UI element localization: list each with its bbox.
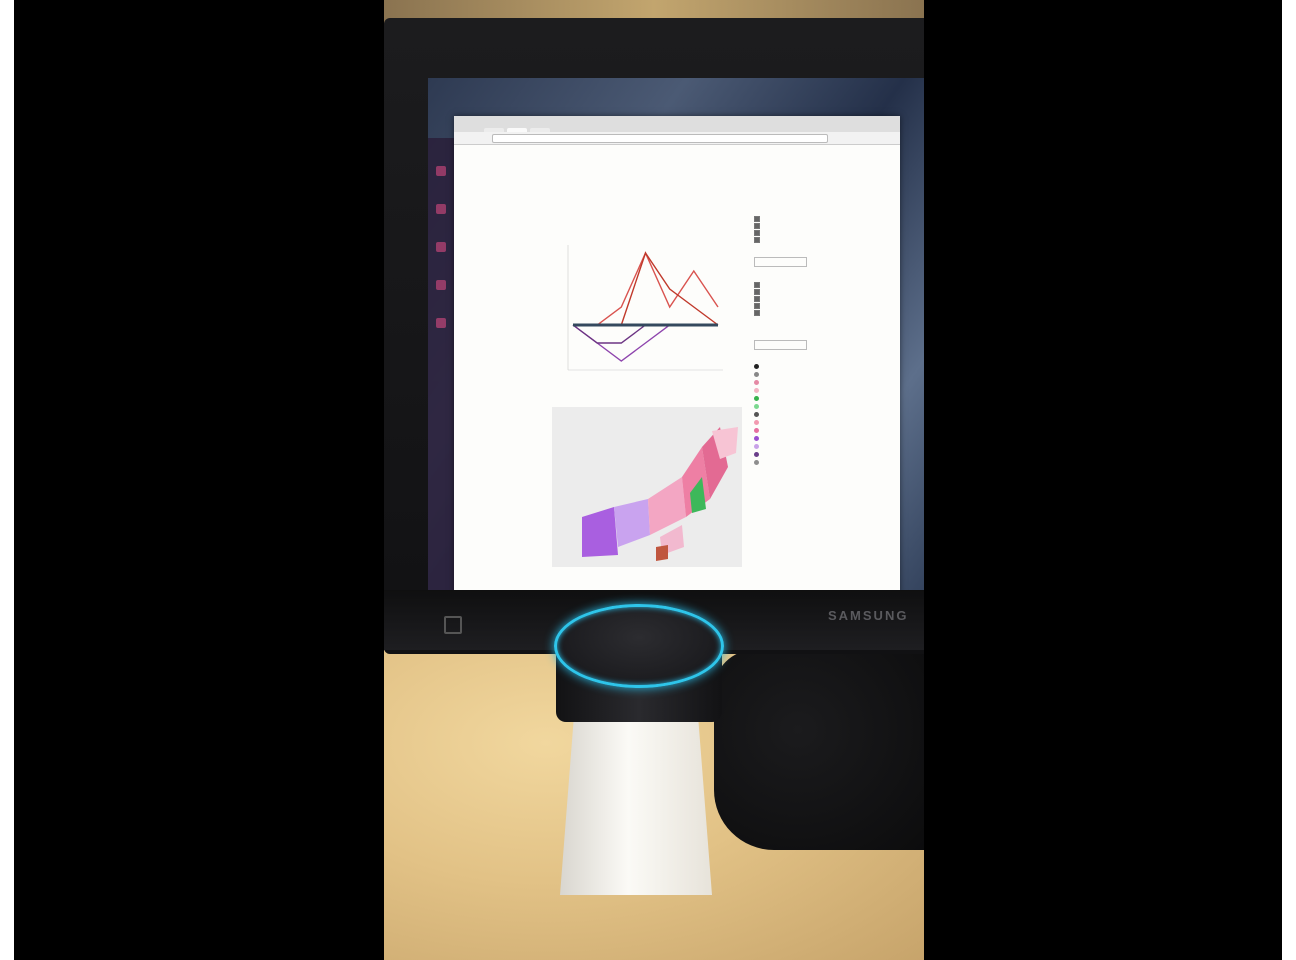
legend-item: [754, 378, 834, 386]
series-line: [573, 251, 719, 326]
checkbox-box[interactable]: [754, 281, 760, 288]
checkbox-box[interactable]: [754, 222, 760, 229]
line-chart: [567, 245, 723, 371]
controls-sidebar: [754, 215, 834, 466]
taskbar-icon[interactable]: [436, 166, 446, 176]
echo-stand: [560, 700, 712, 895]
legend-item: [754, 370, 834, 378]
checkbox-box[interactable]: [754, 309, 760, 316]
legend-swatch: [754, 451, 759, 457]
legend-swatch: [754, 419, 759, 425]
checkbox-box[interactable]: [754, 229, 760, 236]
map-legend: [754, 362, 834, 466]
monitor-stand: [714, 650, 924, 850]
legend-item: [754, 434, 834, 442]
monitor: [384, 18, 924, 654]
legend-item: [754, 450, 834, 458]
checkbox[interactable]: [754, 222, 834, 229]
legend-item: [754, 458, 834, 466]
checkbox[interactable]: [754, 215, 834, 222]
legend-item: [754, 362, 834, 370]
photo-frame: SAMSUNG: [384, 0, 924, 960]
series-line: [572, 324, 718, 344]
letterbox-left: [0, 0, 14, 960]
legend-item: [754, 386, 834, 394]
legend-swatch: [754, 443, 759, 449]
echo-light-ring: [554, 604, 724, 688]
series-line: [573, 251, 719, 326]
legend-item: [754, 394, 834, 402]
checkbox-box[interactable]: [754, 302, 760, 309]
checkbox[interactable]: [754, 302, 834, 309]
letterbox-right: [1282, 0, 1296, 960]
legend-swatch: [754, 435, 759, 441]
checkbox-box[interactable]: [754, 236, 760, 243]
legend-swatch: [754, 379, 759, 385]
select-dropdown[interactable]: [754, 340, 807, 350]
legend-swatch: [754, 395, 759, 401]
select-dropdown[interactable]: [754, 257, 807, 267]
taskbar-icon[interactable]: [436, 280, 446, 290]
power-button-icon[interactable]: [444, 616, 462, 634]
monitor-brand: SAMSUNG: [828, 608, 909, 623]
legend-swatch: [754, 371, 759, 377]
checkbox[interactable]: [754, 281, 834, 288]
checkbox-box[interactable]: [754, 295, 760, 302]
taskbar-icon[interactable]: [436, 204, 446, 214]
dashboard-page: [454, 145, 900, 595]
checkbox[interactable]: [754, 229, 834, 236]
checkbox[interactable]: [754, 295, 834, 302]
checkbox[interactable]: [754, 288, 834, 295]
tab-bar: [454, 116, 900, 132]
map-region: [656, 545, 668, 561]
legend-item: [754, 426, 834, 434]
legend-swatch: [754, 363, 759, 369]
legend-item: [754, 442, 834, 450]
series-line: [572, 324, 718, 362]
legend-item: [754, 402, 834, 410]
legend-swatch: [754, 459, 759, 465]
series-layer: [572, 251, 719, 362]
legend-swatch: [754, 427, 759, 433]
taskbar: [428, 138, 454, 608]
address-bar: [454, 132, 900, 145]
checkbox[interactable]: [754, 309, 834, 316]
legend-item: [754, 418, 834, 426]
taskbar-icon[interactable]: [436, 242, 446, 252]
checkbox[interactable]: [754, 236, 834, 243]
legend-swatch: [754, 403, 759, 409]
url-input[interactable]: [492, 134, 828, 143]
checkbox-box[interactable]: [754, 288, 760, 295]
taskbar-icon[interactable]: [436, 318, 446, 328]
checkbox-box[interactable]: [754, 215, 760, 222]
legend-item: [754, 410, 834, 418]
legend-swatch: [754, 411, 759, 417]
browser-window: [454, 116, 900, 594]
legend-swatch: [754, 387, 759, 393]
choropleth-map: [552, 407, 742, 567]
